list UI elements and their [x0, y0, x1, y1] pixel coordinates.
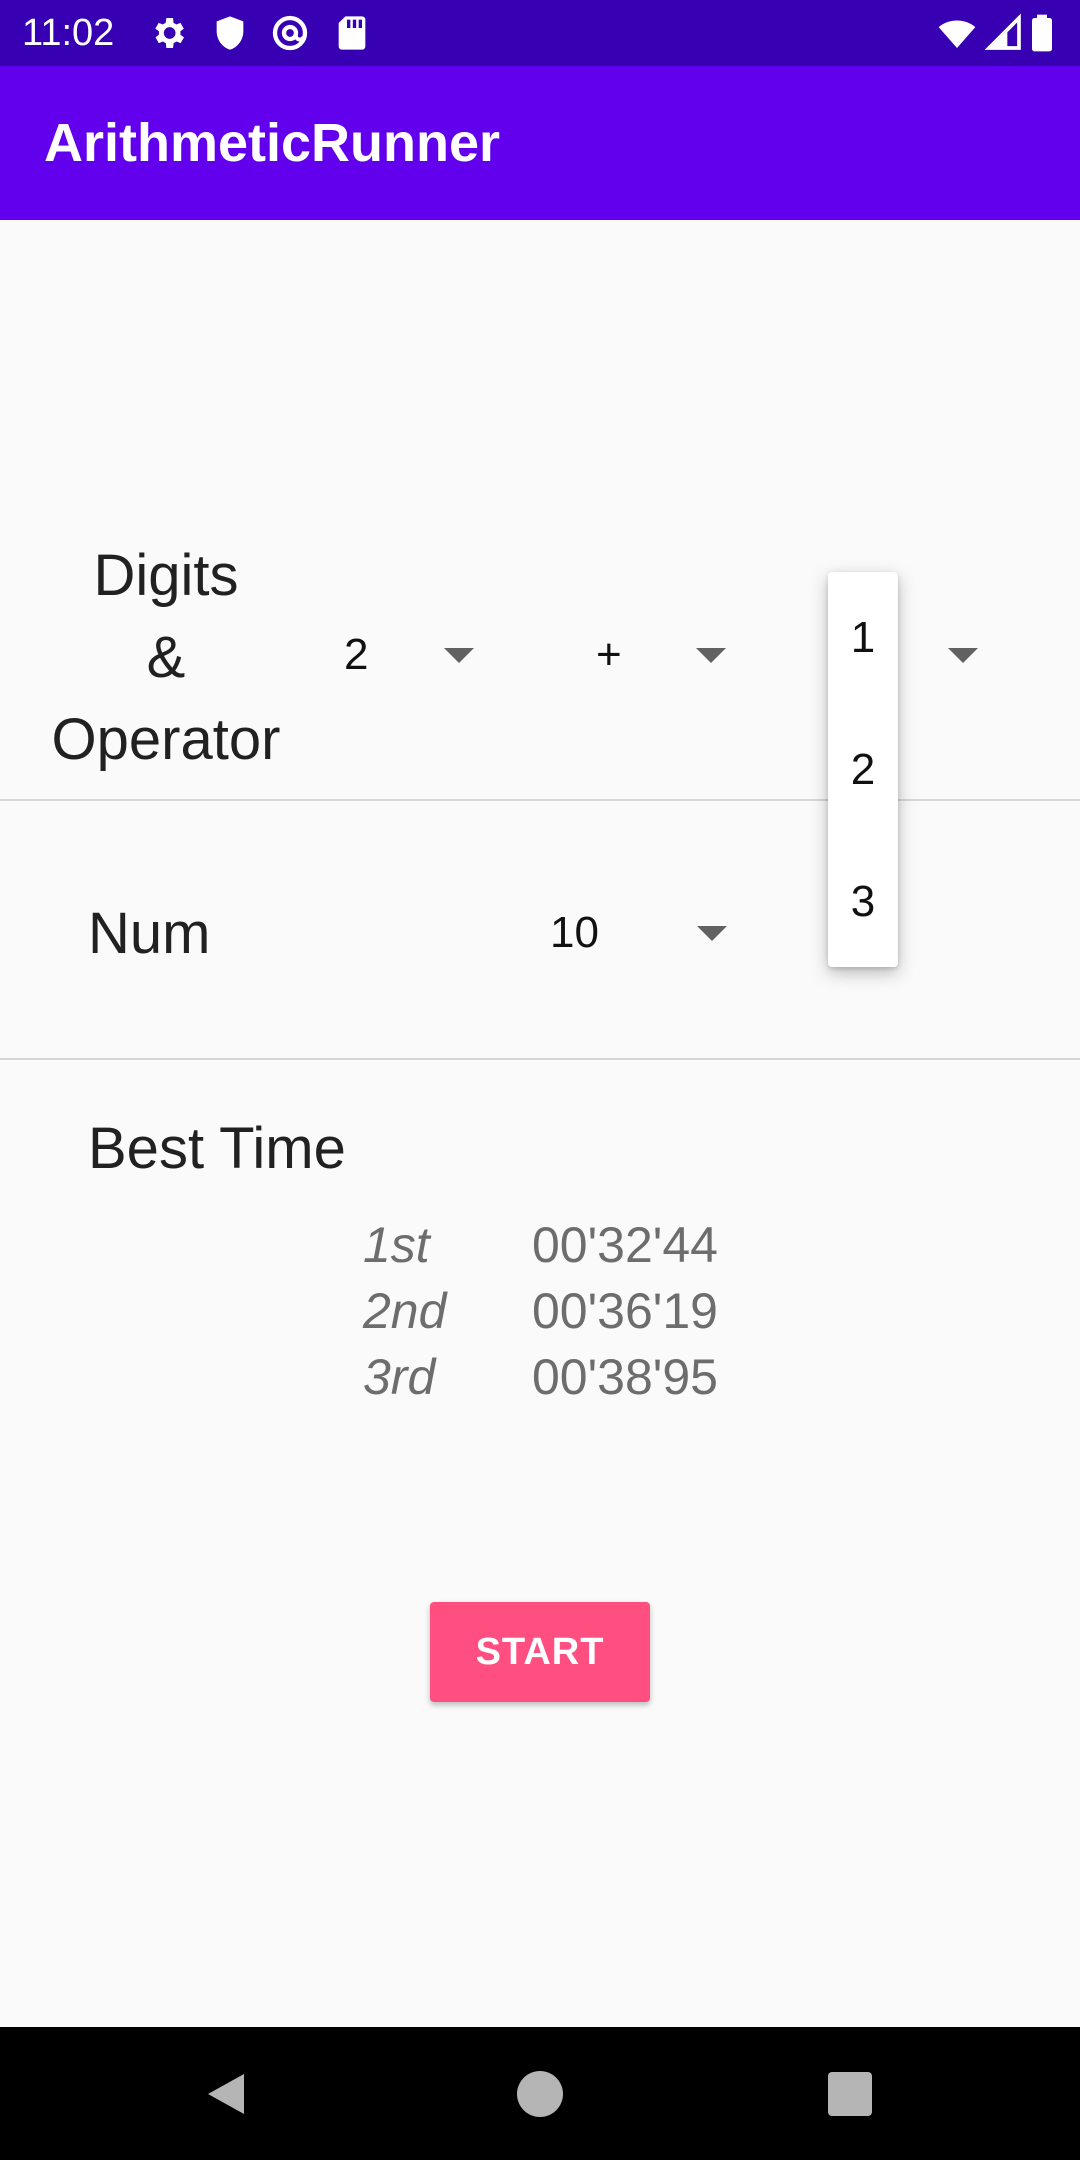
- wifi-icon: [934, 13, 980, 53]
- status-bar: 11:02: [0, 0, 1080, 66]
- digits-operator-label: Digits & Operator: [51, 543, 281, 772]
- dropdown-arrow-icon: [948, 648, 978, 663]
- shield-icon: [210, 13, 250, 53]
- divider: [0, 799, 1080, 801]
- rank-label: 3rd: [363, 1349, 436, 1405]
- best-time-row: 3rd 00'38'95: [360, 1344, 760, 1410]
- gear-icon: [148, 13, 188, 53]
- time-value: 00'38'95: [532, 1349, 718, 1405]
- at-sign-icon: [270, 13, 310, 53]
- rank-label: 2nd: [363, 1283, 447, 1339]
- digits-spinner[interactable]: 2: [300, 625, 500, 685]
- dropdown-arrow-icon: [696, 648, 726, 663]
- dropdown-arrow-icon: [444, 648, 474, 663]
- status-time: 11:02: [22, 12, 115, 54]
- app-title: ArithmeticRunner: [44, 113, 501, 173]
- digits-spinner-value: 2: [344, 630, 369, 679]
- time-value: 00'36'19: [532, 1283, 718, 1339]
- rank-label: 1st: [363, 1217, 430, 1273]
- app-bar: ArithmeticRunner: [0, 66, 1080, 220]
- num-label: Num: [88, 901, 211, 966]
- start-button[interactable]: START: [430, 1602, 650, 1702]
- num-spinner-value: 10: [550, 908, 599, 957]
- best-time-row: 1st 00'32'44: [360, 1212, 760, 1278]
- dropdown-option-2[interactable]: 2: [828, 704, 898, 836]
- num-spinner[interactable]: 10: [540, 903, 760, 963]
- signal-icon: [984, 13, 1024, 53]
- recents-icon[interactable]: [828, 2072, 872, 2116]
- divider: [0, 1058, 1080, 1060]
- best-time-label: Best Time: [88, 1116, 346, 1181]
- best-time-row: 2nd 00'36'19: [360, 1278, 760, 1344]
- dropdown-option-3[interactable]: 3: [828, 836, 898, 968]
- operator-spinner-value: +: [596, 630, 622, 679]
- dropdown-popup: 1 2 3: [828, 572, 898, 967]
- time-value: 00'32'44: [532, 1217, 718, 1273]
- dropdown-arrow-icon: [697, 926, 727, 941]
- home-icon[interactable]: [517, 2071, 563, 2117]
- best-time-list: 1st 00'32'44 2nd 00'36'19 3rd 00'38'95: [360, 1212, 760, 1412]
- sd-card-icon: [332, 13, 372, 53]
- operator-spinner[interactable]: +: [560, 625, 750, 685]
- back-icon[interactable]: [202, 2070, 250, 2118]
- navigation-bar: [0, 2027, 1080, 2160]
- battery-icon: [1030, 13, 1060, 53]
- dropdown-option-1[interactable]: 1: [828, 572, 898, 704]
